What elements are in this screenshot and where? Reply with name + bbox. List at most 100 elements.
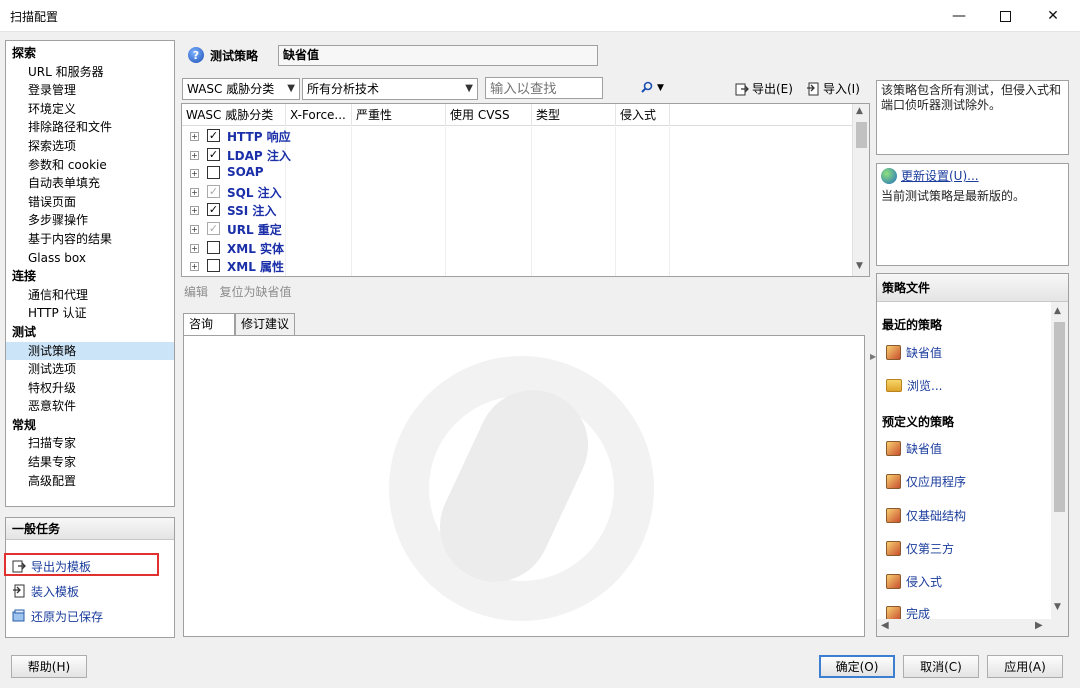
close-button[interactable]: ✕: [1030, 0, 1076, 32]
grid-cell: [352, 257, 446, 276]
update-settings-link[interactable]: 更新设置(U)...: [901, 167, 979, 184]
tab-advisory[interactable]: 咨询: [183, 313, 235, 336]
nav-item[interactable]: 探索选项: [6, 137, 174, 156]
technique-combo[interactable]: 所有分析技术 ▼: [302, 78, 478, 100]
nav-item[interactable]: 恶意软件: [6, 397, 174, 416]
table-row[interactable]: + SOAP: [182, 164, 854, 183]
row-checkbox[interactable]: [207, 166, 220, 180]
help-button[interactable]: 帮助(H): [11, 655, 87, 678]
nav-item[interactable]: URL 和服务器: [6, 63, 174, 82]
policy-files-title: 策略文件: [877, 274, 1068, 302]
expand-icon[interactable]: +: [190, 225, 199, 234]
grid-cell: [532, 145, 616, 165]
expand-icon[interactable]: +: [190, 243, 199, 253]
reset-default-link[interactable]: 复位为缺省值: [219, 285, 291, 299]
nav-item[interactable]: 自动表单填充: [6, 174, 174, 193]
nav-item[interactable]: 登录管理: [6, 81, 174, 100]
predefined-policy-item[interactable]: 侵入式: [886, 573, 942, 590]
import-label: 导入(I): [823, 82, 860, 96]
help-icon: ?: [188, 47, 204, 63]
import-button[interactable]: 导入(I): [806, 80, 860, 97]
expand-icon[interactable]: +: [190, 150, 199, 160]
row-checkbox[interactable]: ✓: [207, 147, 220, 161]
table-row[interactable]: + ✓ LDAP 注入: [182, 145, 854, 165]
maximize-button[interactable]: [982, 0, 1028, 32]
category-combo[interactable]: WASC 威胁分类 ▼: [182, 78, 300, 100]
edit-link[interactable]: 编辑: [184, 285, 208, 299]
nav-item[interactable]: 高级配置: [6, 472, 174, 491]
scroll-up-icon[interactable]: ▲: [856, 106, 863, 116]
minimize-button[interactable]: —: [936, 0, 982, 32]
policy-label: 仅基础结构: [906, 509, 967, 523]
scroll-left-icon[interactable]: ◀: [881, 620, 889, 631]
nav-item[interactable]: 环境定义: [6, 100, 174, 119]
table-row[interactable]: + ✓ HTTP 响应: [182, 127, 854, 146]
predefined-policy-item[interactable]: 仅基础结构: [886, 507, 966, 524]
chevron-down-icon: ▼: [287, 83, 295, 94]
expand-icon[interactable]: +: [190, 169, 199, 179]
expand-icon[interactable]: +: [190, 206, 199, 216]
table-row[interactable]: + XML 属性: [182, 257, 854, 276]
scroll-thumb[interactable]: [1054, 322, 1065, 512]
nav-item[interactable]: 通信和代理: [6, 286, 174, 305]
column-header[interactable]: 侵入式: [616, 104, 670, 126]
nav-item[interactable]: 错误页面: [6, 193, 174, 212]
row-checkbox[interactable]: [207, 240, 220, 254]
policy-description-box: 该策略包含所有测试，但侵入式和端口侦听器测试除外。: [876, 80, 1069, 155]
apply-button[interactable]: 应用(A): [987, 655, 1063, 678]
nav-item-test-policy[interactable]: 测试策略: [6, 341, 174, 361]
column-header[interactable]: X-Force...: [286, 104, 352, 126]
row-checkbox[interactable]: ✓: [207, 129, 220, 142]
nav-item[interactable]: 基于内容的结果: [6, 230, 174, 249]
grid-cell: [532, 182, 616, 202]
nav-item[interactable]: 扫描专家: [6, 434, 174, 453]
row-checkbox[interactable]: ✓: [207, 203, 220, 217]
column-header[interactable]: 严重性: [352, 104, 446, 126]
row-checkbox[interactable]: [207, 259, 220, 273]
search-options-button[interactable]: ▼: [640, 81, 664, 95]
policy-label: 仅第三方: [906, 542, 955, 556]
expand-icon[interactable]: +: [190, 132, 199, 141]
row-checkbox[interactable]: ✓: [207, 222, 220, 235]
table-row[interactable]: + ✓ URL 重定: [182, 220, 854, 239]
table-row[interactable]: + XML 实体: [182, 238, 854, 258]
table-row[interactable]: + ✓ SSI 注入: [182, 201, 854, 220]
nav-item[interactable]: 特权升级: [6, 379, 174, 398]
scroll-down-icon[interactable]: ▼: [1054, 602, 1061, 612]
predefined-policy-item[interactable]: 仅应用程序: [886, 473, 966, 490]
scroll-thumb[interactable]: [856, 122, 867, 148]
export-button[interactable]: 导出(E): [735, 80, 793, 97]
nav-item[interactable]: 测试选项: [6, 360, 174, 379]
scroll-up-icon[interactable]: ▲: [1054, 306, 1061, 316]
cancel-button[interactable]: 取消(C): [903, 655, 979, 678]
nav-item[interactable]: 参数和 cookie: [6, 156, 174, 175]
expand-icon[interactable]: +: [190, 187, 199, 197]
nav-item[interactable]: 多步骤操作: [6, 211, 174, 230]
table-row[interactable]: + ✓ SQL 注入: [182, 182, 854, 202]
grid-scrollbar[interactable]: ▲ ▼: [852, 104, 869, 276]
policy-files-hscrollbar[interactable]: ◀ ▶: [877, 619, 1068, 636]
browse-link[interactable]: 浏览...: [886, 377, 942, 394]
row-checkbox[interactable]: ✓: [207, 184, 220, 198]
tab-fix-recommendation[interactable]: 修订建议: [235, 313, 295, 335]
restore-saved-link[interactable]: 还原为已保存: [12, 606, 103, 626]
scroll-right-icon[interactable]: ▶: [1035, 620, 1043, 631]
load-template-link[interactable]: 装入模板: [12, 581, 79, 601]
section-title: 测试策略: [210, 49, 259, 63]
nav-item[interactable]: Glass box: [6, 249, 174, 268]
column-header[interactable]: 类型: [532, 104, 616, 126]
row-label: XML 实体: [227, 241, 285, 256]
nav-item[interactable]: HTTP 认证: [6, 304, 174, 323]
nav-item[interactable]: 结果专家: [6, 453, 174, 472]
column-header[interactable]: 使用 CVSS: [446, 104, 532, 126]
scroll-down-icon[interactable]: ▼: [856, 261, 863, 271]
predefined-policy-item[interactable]: 缺省值: [886, 440, 942, 457]
recent-policy-default[interactable]: 缺省值: [886, 344, 942, 361]
predefined-policy-item[interactable]: 仅第三方: [886, 540, 954, 557]
search-input[interactable]: [485, 77, 603, 99]
policy-files-scrollbar[interactable]: ▲ ▼: [1051, 302, 1068, 620]
nav-item[interactable]: 排除路径和文件: [6, 118, 174, 137]
ok-button[interactable]: 确定(O): [819, 655, 895, 678]
column-header[interactable]: WASC 威胁分类: [182, 104, 286, 126]
expand-icon[interactable]: +: [190, 262, 199, 272]
